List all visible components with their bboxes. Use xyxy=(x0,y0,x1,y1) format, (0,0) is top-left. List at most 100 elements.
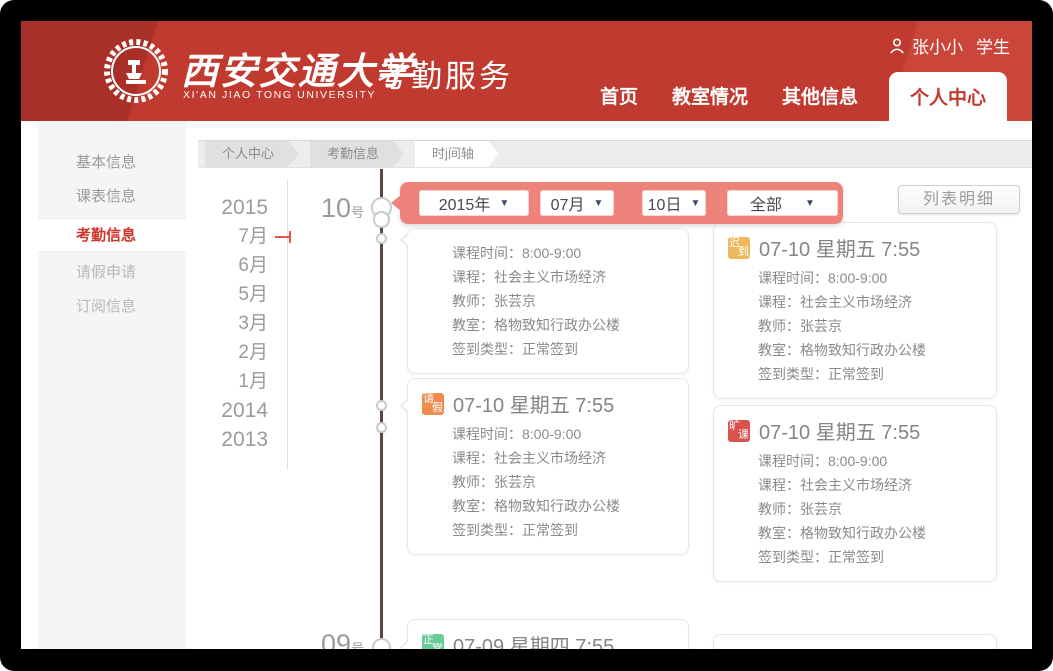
dropdown-value: 2015年 xyxy=(439,191,491,215)
yearnav-item-1月[interactable]: 1月 xyxy=(204,367,280,396)
current-month-tick xyxy=(289,231,291,243)
attendance-card[interactable]: 迟到07-10 星期五 7:55课程时间：8:00-9:00课程：社会主义市场经… xyxy=(713,222,997,399)
card-detail-line: 教室：格物致知行政办公楼 xyxy=(452,494,674,518)
badge-char: 到 xyxy=(738,247,749,258)
card-detail-line: 课程：社会主义市场经济 xyxy=(452,446,674,470)
main-nav: 首页教室情况其他信息个人中心 xyxy=(583,72,1007,121)
chevron-down-icon: ▼ xyxy=(805,198,815,209)
yearnav-item-5月[interactable]: 5月 xyxy=(204,280,280,309)
screenshot-stage: 西安交通大学 XI'AN JIAO TONG UNIVERSITY 考勤服务 张… xyxy=(0,0,1053,671)
card-detail-line: 课程：社会主义市场经济 xyxy=(452,265,674,289)
card-detail-line: 教室：格物致知行政办公楼 xyxy=(758,521,982,545)
status-badge-正常: 正常 xyxy=(422,634,444,650)
filter-dropdown-全部[interactable]: 全部 ▼ xyxy=(727,190,838,216)
card-title-row: 正常 07-09 星期四 7:55 xyxy=(422,630,674,649)
nav-item-其他信息[interactable]: 其他信息 xyxy=(765,82,875,121)
sidebar-item-基本信息[interactable]: 基本信息 xyxy=(38,146,186,180)
card-detail-line: 签到类型：正常签到 xyxy=(758,362,982,386)
dropdown-value: 07月 xyxy=(551,191,585,215)
card-detail-line: 课程时间：8:00-9:00 xyxy=(758,449,982,473)
day-label-09: 09号 xyxy=(321,629,363,649)
attendance-card[interactable]: 旷课 07-10 星期五 7:55 课程时间：8:00-9:00课程：社会主义市场经… xyxy=(713,405,997,582)
person-icon xyxy=(889,38,905,54)
card-detail-line: 课程时间：8:00-9:00 xyxy=(452,241,674,265)
year-nav-rule xyxy=(287,180,288,470)
yearnav-item-6月[interactable]: 6月 xyxy=(204,251,280,280)
card-title: 07-09 星期四 7:55 xyxy=(453,630,614,649)
dropdown-value: 10日 xyxy=(648,191,682,215)
filter-dropdown-2015年[interactable]: 2015年 ▼ xyxy=(419,190,529,216)
attendance-card[interactable]: 请假07-10 星期五 7:55课程时间：8:00-9:00课程：社会主义市场经… xyxy=(407,378,689,555)
badge-char: 假 xyxy=(432,403,443,414)
card-title-row: 请假07-10 星期五 7:55 xyxy=(422,389,674,418)
chevron-down-icon: ▼ xyxy=(690,198,700,209)
card-detail-lines: 课程时间：8:00-9:00课程：社会主义市场经济教师：张芸京教室：格物致知行政… xyxy=(728,449,982,569)
card-detail-line: 教师：张芸京 xyxy=(758,497,982,521)
attendance-card[interactable]: 正常 07-09 星期四 7:55 xyxy=(407,619,689,649)
day-label-10: 10号 xyxy=(321,193,363,224)
card-title: 07-10 星期五 7:55 xyxy=(759,416,920,445)
product-title: 考勤服务 xyxy=(377,51,513,96)
yearnav-item-7月[interactable]: 7月 xyxy=(204,222,280,251)
yearnav-item-2月[interactable]: 2月 xyxy=(204,338,280,367)
chevron-down-icon: ▼ xyxy=(593,198,603,209)
nav-item-个人中心[interactable]: 个人中心 xyxy=(889,72,1007,121)
attendance-card[interactable] xyxy=(713,634,997,649)
sidebar-item-课表信息[interactable]: 课表信息 xyxy=(38,180,186,214)
card-detail-line: 签到类型：正常签到 xyxy=(758,545,982,569)
card-detail-lines: 课程时间：8:00-9:00课程：社会主义市场经济教师：张芸京教室：格物致知行政… xyxy=(422,239,674,361)
card-detail-lines: 课程时间：8:00-9:00课程：社会主义市场经济教师：张芸京教室：格物致知行政… xyxy=(422,422,674,542)
user-name: 张小小 xyxy=(912,33,963,58)
dropdown-value: 全部 xyxy=(750,191,782,215)
timeline-node[interactable] xyxy=(376,422,387,433)
card-detail-line: 教师：张芸京 xyxy=(452,289,674,313)
attendance-card[interactable]: 课程时间：8:00-9:00课程：社会主义市场经济教师：张芸京教室：格物致知行政… xyxy=(407,228,689,374)
status-badge-旷课: 旷课 xyxy=(728,420,750,442)
card-detail-line: 课程时间：8:00-9:00 xyxy=(758,266,982,290)
timeline-node[interactable] xyxy=(376,233,387,244)
card-detail-line: 教师：张芸京 xyxy=(758,314,982,338)
card-detail-line: 签到类型：正常签到 xyxy=(452,337,674,361)
card-detail-line: 课程：社会主义市场经济 xyxy=(758,290,982,314)
breadcrumb-item[interactable]: 考勤信息 xyxy=(310,141,404,167)
yearnav-item-2015[interactable]: 2015 xyxy=(204,193,280,222)
breadcrumb-item[interactable]: 时j间轴 xyxy=(415,141,499,167)
filter-dropdown-10日[interactable]: 10日 ▼ xyxy=(642,190,706,216)
sidebar-item-考勤信息[interactable]: 考勤信息 xyxy=(38,218,186,252)
card-title-row: 迟到07-10 星期五 7:55 xyxy=(728,233,982,262)
breadcrumb-item[interactable]: 个人中心 xyxy=(205,141,299,167)
sidebar-item-订阅信息[interactable]: 订阅信息 xyxy=(38,290,186,324)
university-name-en: XI'AN JIAO TONG UNIVERSITY xyxy=(183,89,376,101)
sidebar: 基本信息课表信息考勤信息请假申请订阅信息 xyxy=(38,121,186,649)
timeline-node[interactable] xyxy=(373,211,390,228)
card-detail-line: 教室：格物致知行政办公楼 xyxy=(452,313,674,337)
card-detail-line: 教师：张芸京 xyxy=(452,470,674,494)
breadcrumb: 个人中心考勤信息时j间轴 xyxy=(198,140,1032,168)
card-detail-lines: 课程时间：8:00-9:00课程：社会主义市场经济教师：张芸京教室：格物致知行政… xyxy=(728,266,982,386)
badge-char: 课 xyxy=(738,430,749,441)
header: 西安交通大学 XI'AN JIAO TONG UNIVERSITY 考勤服务 张… xyxy=(21,21,1032,121)
yearnav-item-2013[interactable]: 2013 xyxy=(204,425,280,454)
list-detail-button[interactable]: 列表明细 xyxy=(898,185,1020,214)
timeline-node[interactable] xyxy=(376,400,387,411)
card-title: 07-10 星期五 7:55 xyxy=(759,233,920,262)
yearnav-item-2014[interactable]: 2014 xyxy=(204,396,280,425)
card-connector xyxy=(402,640,410,649)
year-month-nav: 20157月6月5月3月2月1月20142013 xyxy=(204,193,280,454)
user-role: 学生 xyxy=(976,33,1010,58)
current-month-tick xyxy=(275,236,290,238)
user-info[interactable]: 张小小 学生 xyxy=(889,33,1010,58)
card-detail-line: 签到类型：正常签到 xyxy=(452,518,674,542)
chevron-down-icon: ▼ xyxy=(499,198,509,209)
university-logo xyxy=(101,36,171,106)
nav-item-首页[interactable]: 首页 xyxy=(583,82,655,121)
card-detail-line: 课程：社会主义市场经济 xyxy=(758,473,982,497)
attendance-app: 西安交通大学 XI'AN JIAO TONG UNIVERSITY 考勤服务 张… xyxy=(21,21,1032,649)
card-detail-line: 教室：格物致知行政办公楼 xyxy=(758,338,982,362)
timeline-node[interactable] xyxy=(372,638,391,649)
yearnav-item-3月[interactable]: 3月 xyxy=(204,309,280,338)
filter-dropdown-07月[interactable]: 07月 ▼ xyxy=(540,190,614,216)
nav-item-教室情况[interactable]: 教室情况 xyxy=(655,82,765,121)
sidebar-item-请假申请[interactable]: 请假申请 xyxy=(38,256,186,290)
card-title: 07-10 星期五 7:55 xyxy=(453,389,614,418)
